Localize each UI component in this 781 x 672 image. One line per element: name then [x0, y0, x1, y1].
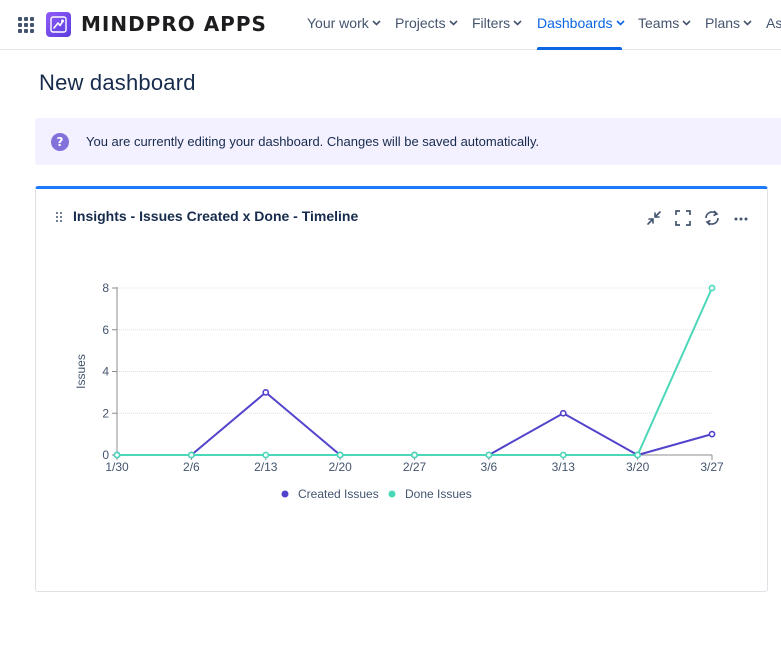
chevron-down-icon — [615, 20, 625, 26]
chevron-down-icon — [682, 20, 691, 26]
x-tick-label: 3/13 — [552, 460, 576, 474]
chevron-down-icon — [743, 20, 752, 26]
chevron-down-icon — [449, 20, 458, 26]
data-point — [262, 451, 270, 459]
x-tick-label: 3/27 — [700, 460, 724, 474]
data-point — [113, 451, 121, 459]
brand-logo-icon[interactable] — [46, 12, 71, 37]
x-tick-label: 1/30 — [105, 460, 129, 474]
nav-label: Your work — [307, 15, 369, 31]
data-point — [559, 409, 567, 417]
nav-label: Plans — [705, 15, 741, 31]
active-tab-indicator — [537, 47, 622, 50]
banner-message: You are currently editing your dashboard… — [86, 134, 540, 149]
data-point — [262, 388, 270, 396]
y-tick-label: 6 — [102, 323, 109, 337]
nav-label: Projects — [395, 15, 446, 31]
nav-truncated[interactable]: As — [766, 0, 781, 50]
brand-name[interactable]: MINDPRO APPS — [81, 12, 267, 37]
y-tick-label: 2 — [102, 406, 109, 420]
nav-label: Teams — [638, 15, 680, 31]
timeline-chart: 024681/30 2/6 2/13 2/20 2/27 3/6 3/13 3/20 3/27I… — [74, 281, 724, 501]
nav-teams[interactable]: Teams — [638, 0, 691, 50]
data-point — [411, 451, 418, 459]
data-point — [187, 451, 195, 459]
nav-label: Dashboards — [537, 15, 613, 31]
nav-filters[interactable]: Filters — [472, 0, 522, 50]
x-tick-label: 3/6 — [481, 460, 498, 474]
x-tick-label: 2/13 — [254, 460, 278, 474]
x-tick-label: 2/6 — [183, 460, 200, 474]
x-tick-label: 2/27 — [403, 460, 427, 474]
x-tick-label: 3/20 — [626, 460, 650, 474]
page-title: New dashboard — [39, 70, 196, 95]
x-tick-label: 2/20 — [328, 460, 352, 474]
legend-marker — [388, 490, 396, 498]
legend-label: Created Issues — [298, 487, 379, 501]
nav-plans[interactable]: Plans — [705, 0, 752, 50]
series-line-1 — [117, 287, 713, 456]
data-point — [634, 451, 642, 459]
chevron-down-icon — [513, 20, 522, 26]
y-tick-label: 8 — [102, 281, 109, 295]
top-navigation: MINDPRO APPS Your work Projects Filters … — [0, 0, 781, 50]
y-tick-label: 4 — [102, 365, 109, 379]
data-point — [708, 430, 716, 438]
nav-label: Filters — [472, 15, 511, 31]
data-point — [708, 284, 716, 292]
nav-label: As — [766, 15, 781, 31]
data-point — [336, 451, 344, 459]
data-point — [559, 451, 567, 459]
y-axis-title: Issues — [74, 354, 88, 389]
nav-projects[interactable]: Projects — [395, 0, 458, 50]
nav-dashboards[interactable]: Dashboards — [537, 0, 625, 50]
question-icon: ? — [51, 133, 69, 151]
legend-label: Done Issues — [405, 487, 472, 501]
series-line-0 — [117, 391, 713, 457]
data-point — [485, 451, 493, 459]
app-switcher-icon[interactable] — [18, 17, 34, 33]
nav-your-work[interactable]: Your work — [307, 0, 381, 50]
edit-mode-banner: ? You are currently editing your dashboa… — [35, 118, 781, 165]
chart-gadget: Insights - Issues Created x Done - Timel… — [35, 186, 768, 592]
legend-marker — [281, 490, 289, 498]
chevron-down-icon — [372, 20, 381, 26]
